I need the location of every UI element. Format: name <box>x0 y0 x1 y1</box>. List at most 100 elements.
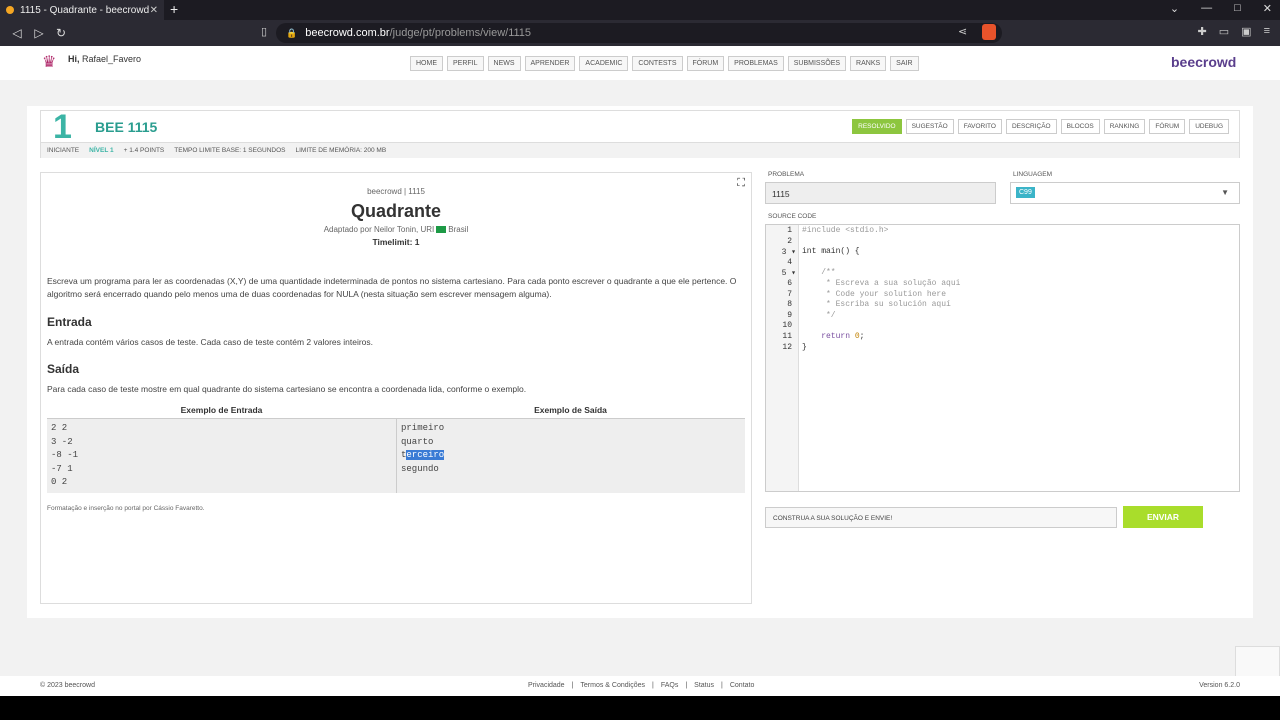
version: Version 6.2.0 <box>1199 682 1240 689</box>
footer-link[interactable]: FAQs <box>661 682 679 689</box>
code-line[interactable]: */ <box>802 311 836 320</box>
tab-list-icon[interactable]: ⌄ <box>1170 2 1179 15</box>
menu-icon[interactable]: ≡ <box>1264 25 1270 38</box>
share-icon[interactable]: ⋖ <box>958 25 967 38</box>
language-value: C99 <box>1016 187 1035 198</box>
brave-shield-icon[interactable] <box>982 24 996 40</box>
extensions-area: ✚ ▭ ▣ ≡ <box>1198 25 1270 38</box>
bookmark-icon[interactable]: ▯ <box>261 25 267 38</box>
meta-category: INICIANTE <box>47 147 80 154</box>
example-input-line: 0 2 <box>51 477 68 487</box>
footer-link[interactable]: Contato <box>730 682 755 689</box>
extensions-icon[interactable]: ✚ <box>1198 25 1207 38</box>
statement-description: Escreva um programa para ler as coordena… <box>47 276 737 299</box>
close-window-icon[interactable]: ✕ <box>1263 2 1272 15</box>
meta-time: TEMPO LIMITE BASE: 1 SEGUNDOS <box>174 147 286 154</box>
line-number: 3 ▾ <box>781 248 796 258</box>
tab-sugestao[interactable]: SUGESTÃO <box>905 119 954 134</box>
back-icon[interactable]: ◁ <box>12 26 22 40</box>
statement-source: beecrowd | 1115 <box>367 187 425 196</box>
tab-blocos[interactable]: BLOCOS <box>1060 119 1100 134</box>
menu-ranks[interactable]: RANKS <box>850 56 887 71</box>
menu-forum[interactable]: FÓRUM <box>686 56 725 71</box>
code-line[interactable]: * Code your solution here <box>802 290 946 299</box>
timelimit: Timelimit: 1 <box>372 237 420 247</box>
code-editor[interactable]: 123 ▾ 4 5 ▾ 6 7 8 9 10 11 12 #include <stdio.h> in… <box>765 224 1240 492</box>
chevron-down-icon[interactable]: ▼ <box>1221 188 1229 197</box>
tab-udebug[interactable]: UDEBUG <box>1189 119 1229 134</box>
example-input-line: -8 -1 <box>51 450 79 460</box>
url-path: /judge/pt/problems/view/1115 <box>389 27 532 39</box>
line-number: 7 <box>787 289 792 299</box>
wallet-icon[interactable]: ▣ <box>1241 25 1251 38</box>
code-line[interactable]: * Escriba su solución aquí <box>802 300 951 309</box>
menu-sair[interactable]: SAIR <box>890 56 919 71</box>
submit-hint: CONSTRUA A SUA SOLUÇÃO E ENVIE! <box>765 507 1117 528</box>
level-badge-icon: 1 <box>53 108 72 146</box>
footer-link[interactable]: Status <box>694 682 714 689</box>
username[interactable]: Rafael_Favero <box>82 54 141 64</box>
tab-forum[interactable]: FÓRUM <box>1149 119 1186 134</box>
input-heading: Entrada <box>47 315 92 329</box>
footer-links: Privacidade | Termos & Condições | FAQs | S… <box>528 682 754 689</box>
footer-link[interactable]: Termos & Condições <box>580 682 645 689</box>
code-line[interactable]: } <box>802 343 807 352</box>
problem-meta: INICIANTE NÍVEL 1 + 1.4 POINTS TEMPO LIM… <box>41 142 1239 158</box>
browser-tab[interactable]: 1115 - Quadrante - beecrowd ✕ <box>0 0 164 20</box>
line-number: 8 <box>787 300 792 310</box>
statement-title: Quadrante <box>350 201 442 221</box>
footer-sep: | <box>652 682 654 689</box>
line-number: 9 <box>787 310 792 320</box>
new-tab-icon[interactable]: + <box>170 1 178 17</box>
greeting: Hi, Rafael_Favero <box>68 54 141 64</box>
menu-problemas[interactable]: PROBLEMAS <box>728 56 784 71</box>
code-line[interactable]: int main() { <box>802 247 860 256</box>
menu-academic[interactable]: ACADEMIC <box>579 56 629 71</box>
example-table: Exemplo de Entrada Exemplo de Saída 2 2 3… <box>47 405 745 495</box>
site-header: ♛ Hi, Rafael_Favero HOME PERFIL NEWS APR… <box>0 46 1280 80</box>
menu-perfil[interactable]: PERFIL <box>447 56 484 71</box>
language-select[interactable]: C99 ▼ <box>1010 182 1240 204</box>
example-output: primeiro quarto terceiro segundo <box>397 419 745 493</box>
menu-contests[interactable]: CONTESTS <box>632 56 683 71</box>
url-field[interactable]: 🔒 beecrowd.com.br /judge/pt/problems/vie… <box>276 23 1002 43</box>
menu-aprender[interactable]: APRENDER <box>524 56 576 71</box>
tab-ranking[interactable]: RANKING <box>1103 119 1146 134</box>
example-input: 2 2 3 -2 -8 -1 -7 1 0 2 <box>47 419 396 493</box>
code-line[interactable]: #include <stdio.h> <box>802 226 888 235</box>
menu-news[interactable]: NEWS <box>487 56 521 71</box>
code-line[interactable]: * Escreva a sua solução aqui <box>802 279 960 288</box>
example-input-line: -7 1 <box>51 463 73 474</box>
code-line[interactable]: return 0; <box>802 332 864 341</box>
user-avatar-icon[interactable]: ♛ <box>42 52 60 74</box>
language-label: LINGUAGEM <box>1013 171 1053 178</box>
maximize-icon[interactable]: □ <box>1234 2 1241 15</box>
lock-icon: 🔒 <box>286 27 298 38</box>
meta-points: + 1.4 POINTS <box>123 147 165 154</box>
line-number: 12 <box>782 342 792 352</box>
statement-credit: Formatação e inserção no portal por Cáss… <box>47 505 205 512</box>
close-tab-icon[interactable]: ✕ <box>150 5 158 16</box>
example-output-line: segundo <box>401 463 439 474</box>
footer-link[interactable]: Privacidade <box>528 682 565 689</box>
menu-home[interactable]: HOME <box>410 56 443 71</box>
problem-tabs: RESOLVIDO SUGESTÃO FAVORITO DESCRIÇÃO BL… <box>852 119 1229 134</box>
code-line[interactable]: /** <box>802 268 835 277</box>
sidebar-icon[interactable]: ▭ <box>1219 25 1229 38</box>
footer-sep: | <box>571 682 574 689</box>
line-number: 2 <box>787 236 792 246</box>
example-output-line: primeiro <box>401 423 445 433</box>
line-number: 1 <box>787 226 792 235</box>
menu-submissoes[interactable]: SUBMISSÕES <box>787 56 847 71</box>
tab-descricao[interactable]: DESCRIÇÃO <box>1005 119 1057 134</box>
problem-label: PROBLEMA <box>768 171 805 178</box>
tab-resolvido[interactable]: RESOLVIDO <box>852 119 902 134</box>
reload-icon[interactable]: ↻ <box>56 26 66 40</box>
page: ♛ Hi, Rafael_Favero HOME PERFIL NEWS APR… <box>0 46 1280 696</box>
problem-field[interactable]: 1115 <box>765 182 996 204</box>
forward-icon[interactable]: ▷ <box>34 26 44 40</box>
submit-button[interactable]: ENVIAR <box>1123 506 1203 528</box>
tab-favorito[interactable]: FAVORITO <box>957 119 1002 134</box>
site-logo[interactable]: beecrowd <box>1171 54 1236 70</box>
minimize-icon[interactable]: — <box>1201 2 1212 15</box>
